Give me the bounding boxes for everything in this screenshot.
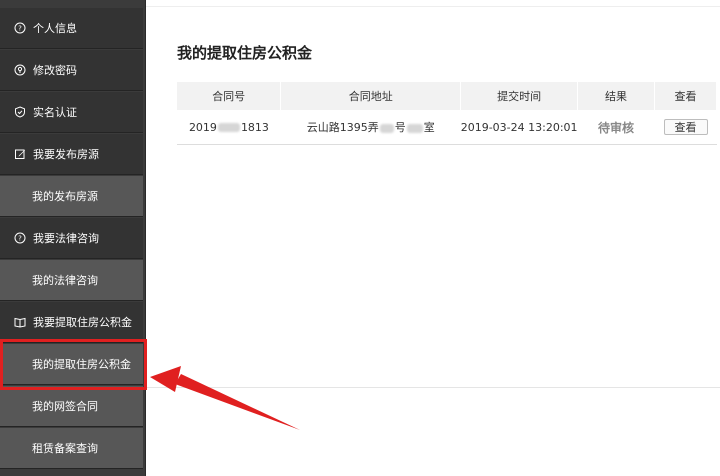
column-header-submit-time: 提交时间 bbox=[460, 82, 579, 110]
contract-address-cell: 云山路1395弄 号 室 bbox=[280, 110, 461, 145]
sidebar-item-real-name-auth[interactable]: 实名认证 bbox=[0, 92, 143, 133]
sidebar-item-change-password[interactable]: 修改密码 bbox=[0, 50, 143, 91]
redacted-block bbox=[217, 123, 240, 132]
withdraw-records-table: 合同号 合同地址 提交时间 结果 查看 2019 1813 云山路1395弄号室 … bbox=[177, 82, 717, 145]
sidebar-item-label: 实名认证 bbox=[33, 106, 77, 119]
sidebar-item-lease-record-query[interactable]: 租赁备案查询 bbox=[0, 428, 143, 469]
sidebar: ? 个人信息 修改密码 实名认证 我要发布房源 我的发布房源 ? 我要法律咨询 … bbox=[0, 0, 146, 476]
address-room: 室 bbox=[423, 121, 435, 134]
sidebar-item-withdraw-fund[interactable]: 我要提取住房公积金 bbox=[0, 302, 143, 343]
sidebar-item-personal-info[interactable]: ? 个人信息 bbox=[0, 8, 143, 49]
contract-number-prefix: 2019 bbox=[188, 120, 217, 134]
status-badge: 待审核 bbox=[598, 120, 635, 135]
redacted-block bbox=[406, 123, 423, 133]
submit-time-cell: 2019-03-24 13:20:01 bbox=[460, 110, 578, 145]
sidebar-item-my-legal-consult[interactable]: 我的法律咨询 bbox=[0, 260, 143, 301]
table-header-row: 合同号 合同地址 提交时间 结果 查看 bbox=[177, 82, 717, 110]
sidebar-item-label: 我的提取住房公积金 bbox=[32, 358, 131, 371]
sidebar-item-label: 我的网签合同 bbox=[32, 400, 98, 413]
column-header-view: 查看 bbox=[654, 82, 717, 110]
contract-number-cell: 2019 1813 bbox=[177, 110, 281, 145]
sidebar-item-publish-listing[interactable]: 我要发布房源 bbox=[0, 134, 143, 175]
sidebar-item-legal-consult[interactable]: ? 我要法律咨询 bbox=[0, 218, 143, 259]
sidebar-item-label: 我要提取住房公积金 bbox=[33, 316, 132, 329]
sidebar-item-my-withdraw-fund[interactable]: 我的提取住房公积金 bbox=[0, 344, 143, 385]
content-bottom-divider bbox=[146, 387, 720, 388]
address-building: 号 bbox=[394, 121, 406, 134]
sidebar-item-label: 我要发布房源 bbox=[33, 148, 99, 161]
contract-number-suffix: 1813 bbox=[240, 120, 269, 134]
key-circle-icon bbox=[14, 64, 26, 76]
svg-text:?: ? bbox=[18, 25, 22, 33]
question-circle-icon: ? bbox=[14, 22, 26, 34]
result-cell: 待审核 bbox=[577, 110, 655, 145]
sidebar-item-label: 租赁备案查询 bbox=[32, 442, 98, 455]
sidebar-item-my-listings[interactable]: 我的发布房源 bbox=[0, 176, 143, 217]
svg-text:?: ? bbox=[18, 235, 22, 243]
content-top-divider bbox=[146, 6, 720, 7]
page-title: 我的提取住房公积金 bbox=[177, 44, 313, 62]
column-header-contract-address: 合同地址 bbox=[280, 82, 462, 110]
sidebar-item-label: 修改密码 bbox=[33, 64, 77, 77]
shield-icon bbox=[14, 106, 26, 118]
edit-icon bbox=[14, 148, 26, 160]
table-row: 2019 1813 云山路1395弄号室 2019-03-24 13:20:01 … bbox=[177, 110, 717, 145]
sidebar-item-label: 我要法律咨询 bbox=[33, 232, 99, 245]
sidebar-item-label: 我的法律咨询 bbox=[32, 274, 98, 287]
column-header-result: 结果 bbox=[577, 82, 655, 110]
view-button[interactable]: 查看 bbox=[663, 119, 708, 135]
sidebar-item-my-contracts[interactable]: 我的网签合同 bbox=[0, 386, 143, 427]
address-street: 云山路1395弄 bbox=[306, 121, 379, 134]
sidebar-item-label: 我的发布房源 bbox=[32, 190, 98, 203]
question-circle-icon: ? bbox=[14, 232, 26, 244]
sidebar-item-label: 个人信息 bbox=[33, 22, 77, 35]
redacted-block bbox=[379, 123, 394, 133]
book-icon bbox=[14, 316, 26, 328]
column-header-contract-no: 合同号 bbox=[177, 82, 282, 110]
view-cell: 查看 bbox=[654, 110, 717, 145]
